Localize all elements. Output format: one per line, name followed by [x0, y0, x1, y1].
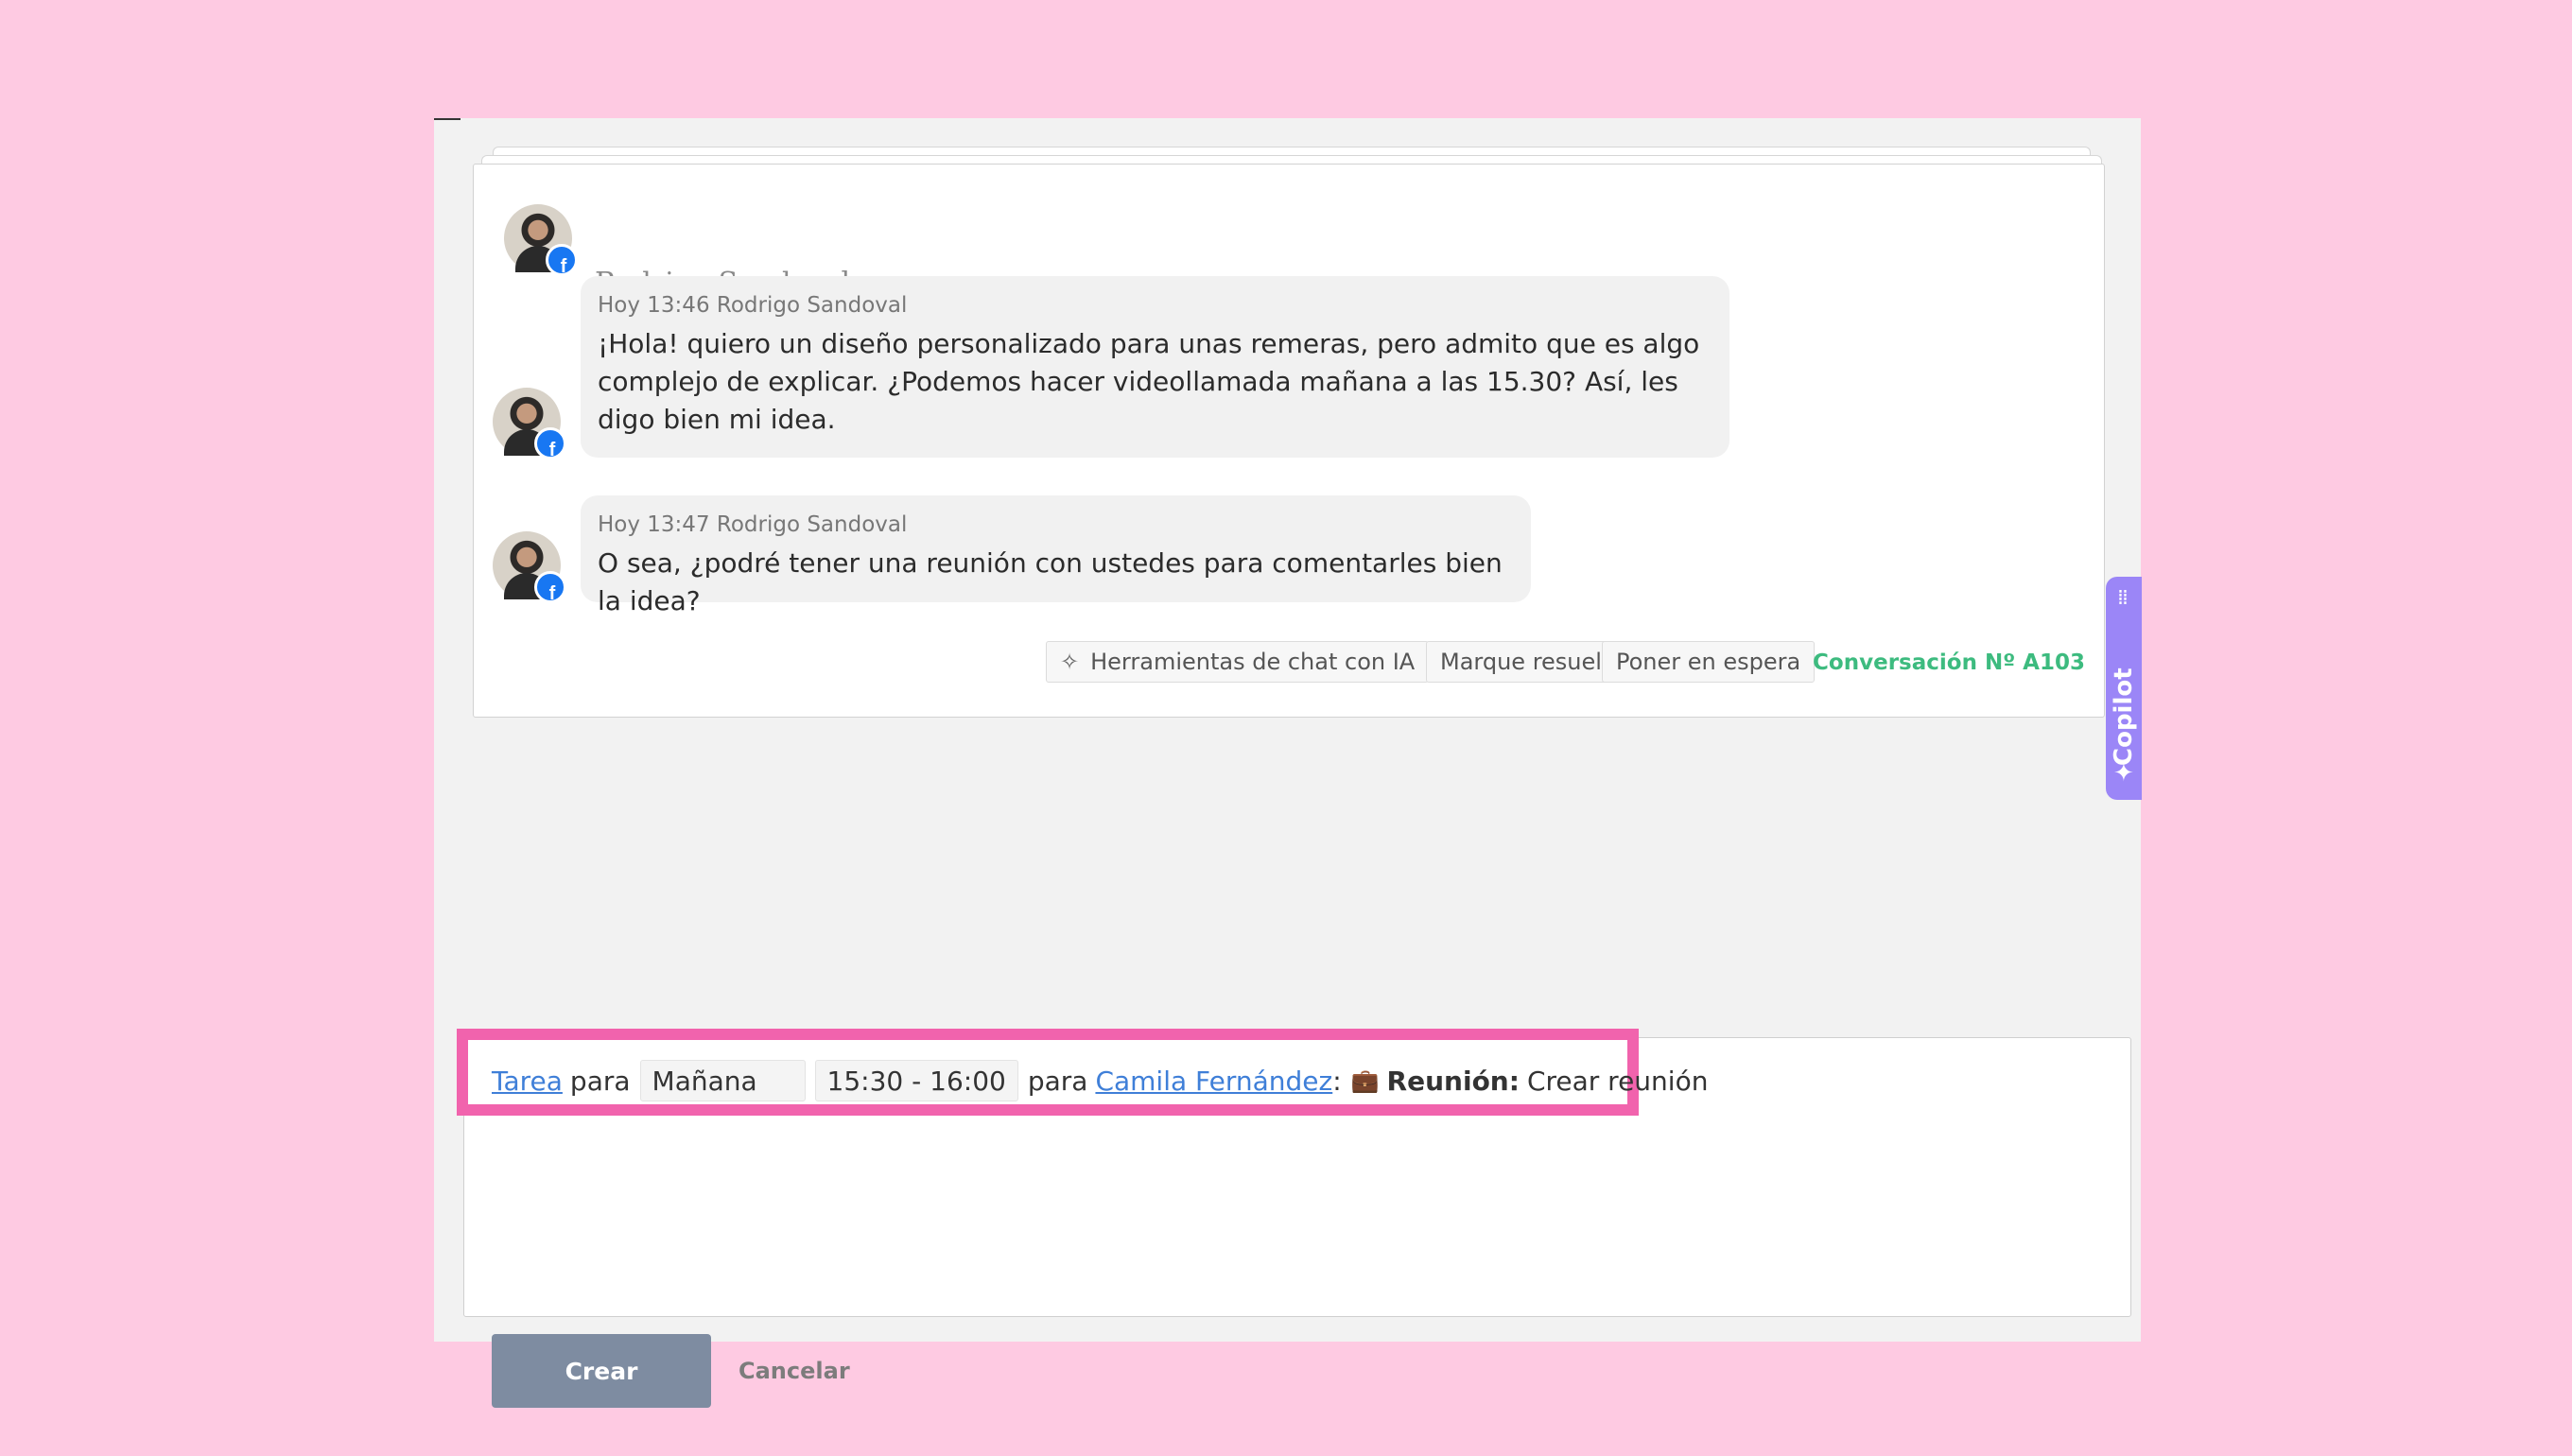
- task-line: Tarea para Mañana 15:30 - 16:00 para Cam…: [492, 1059, 1708, 1102]
- hold-button[interactable]: Poner en espera: [1602, 641, 1816, 683]
- drag-handle-icon[interactable]: ⁞⁞: [2117, 588, 2129, 609]
- conversation-card: f Rodrigo Sandoval f Hoy 13:46 Rodrigo S…: [473, 164, 2105, 718]
- app-panel: f Rodrigo Sandoval f Hoy 13:46 Rodrigo S…: [434, 118, 2142, 1408]
- create-button[interactable]: Crear: [492, 1334, 711, 1408]
- task-kind-label: Reunión:: [1386, 1065, 1520, 1097]
- conversation-actions: ✧ Herramientas de chat con IA Marque res…: [474, 641, 2104, 683]
- facebook-icon: f: [534, 427, 566, 459]
- facebook-icon: f: [546, 244, 578, 276]
- colon-text: :: [1332, 1065, 1342, 1097]
- task-title[interactable]: Crear reunión: [1527, 1066, 1709, 1097]
- avatar: f: [493, 388, 566, 459]
- para-text: para: [569, 1065, 631, 1097]
- copilot-tab[interactable]: ⁞⁞ Copilot ✦: [2106, 577, 2142, 800]
- ai-chat-tools-label: Herramientas de chat con IA: [1090, 649, 1416, 675]
- copilot-label: Copilot: [2110, 667, 2138, 766]
- message-text: O sea, ¿podré tener una reunión con uste…: [598, 547, 1503, 616]
- sparkle-icon: ✦: [2113, 759, 2134, 788]
- message-bubble: Hoy 13:47 Rodrigo Sandoval O sea, ¿podré…: [581, 495, 1531, 616]
- briefcase-icon: 💼: [1350, 1067, 1380, 1094]
- avatar[interactable]: f: [504, 204, 578, 276]
- para-text: para: [1027, 1065, 1088, 1097]
- time-select[interactable]: 15:30 - 16:00: [814, 1060, 1018, 1101]
- message-text: ¡Hola! quiero un diseño personalizado pa…: [598, 328, 1700, 435]
- task-composer: Tarea para Mañana 15:30 - 16:00 para Cam…: [457, 1029, 2131, 1408]
- avatar: f: [493, 531, 566, 603]
- message-bubble: Hoy 13:46 Rodrigo Sandoval ¡Hola! quiero…: [581, 276, 1729, 458]
- facebook-icon: f: [534, 571, 566, 603]
- message-meta: Hoy 13:47 Rodrigo Sandoval: [598, 512, 908, 537]
- sparkle-icon: ✧: [1060, 649, 1080, 675]
- assignee-link[interactable]: Camila Fernández: [1095, 1066, 1332, 1097]
- task-type-link[interactable]: Tarea: [492, 1066, 563, 1097]
- ai-chat-tools-button[interactable]: ✧ Herramientas de chat con IA: [1046, 641, 1430, 683]
- conversation-id[interactable]: Conversación Nº A103: [1813, 650, 2085, 675]
- top-divider: [434, 118, 461, 120]
- date-select[interactable]: Mañana: [639, 1060, 806, 1101]
- cancel-button[interactable]: Cancelar: [739, 1358, 850, 1384]
- message-meta: Hoy 13:46 Rodrigo Sandoval: [598, 293, 908, 318]
